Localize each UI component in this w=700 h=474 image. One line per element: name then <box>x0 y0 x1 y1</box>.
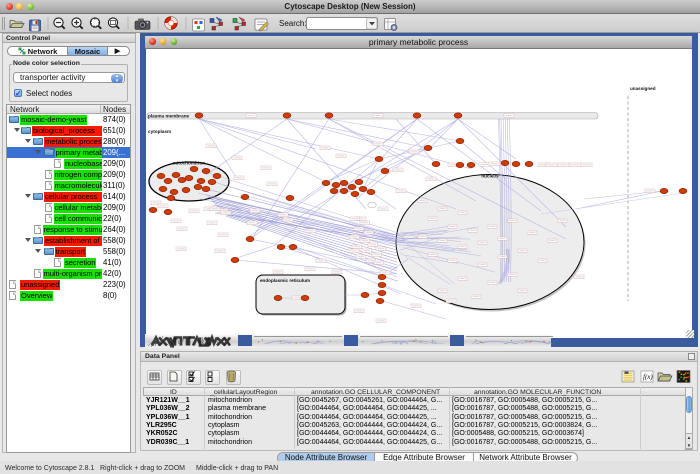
svg-text:endoplasmic reticulum: endoplasmic reticulum <box>260 278 310 283</box>
svg-text:f(x): f(x) <box>643 373 653 381</box>
svg-text:Search:: Search: <box>279 19 307 28</box>
svg-text:unassigned: unassigned <box>630 86 656 91</box>
svg-text:plasma membrane: plasma membrane <box>148 113 190 118</box>
svg-text:cytoplasm: cytoplasm <box>148 129 171 134</box>
svg-text:mitochondrion: mitochondrion <box>172 160 204 165</box>
